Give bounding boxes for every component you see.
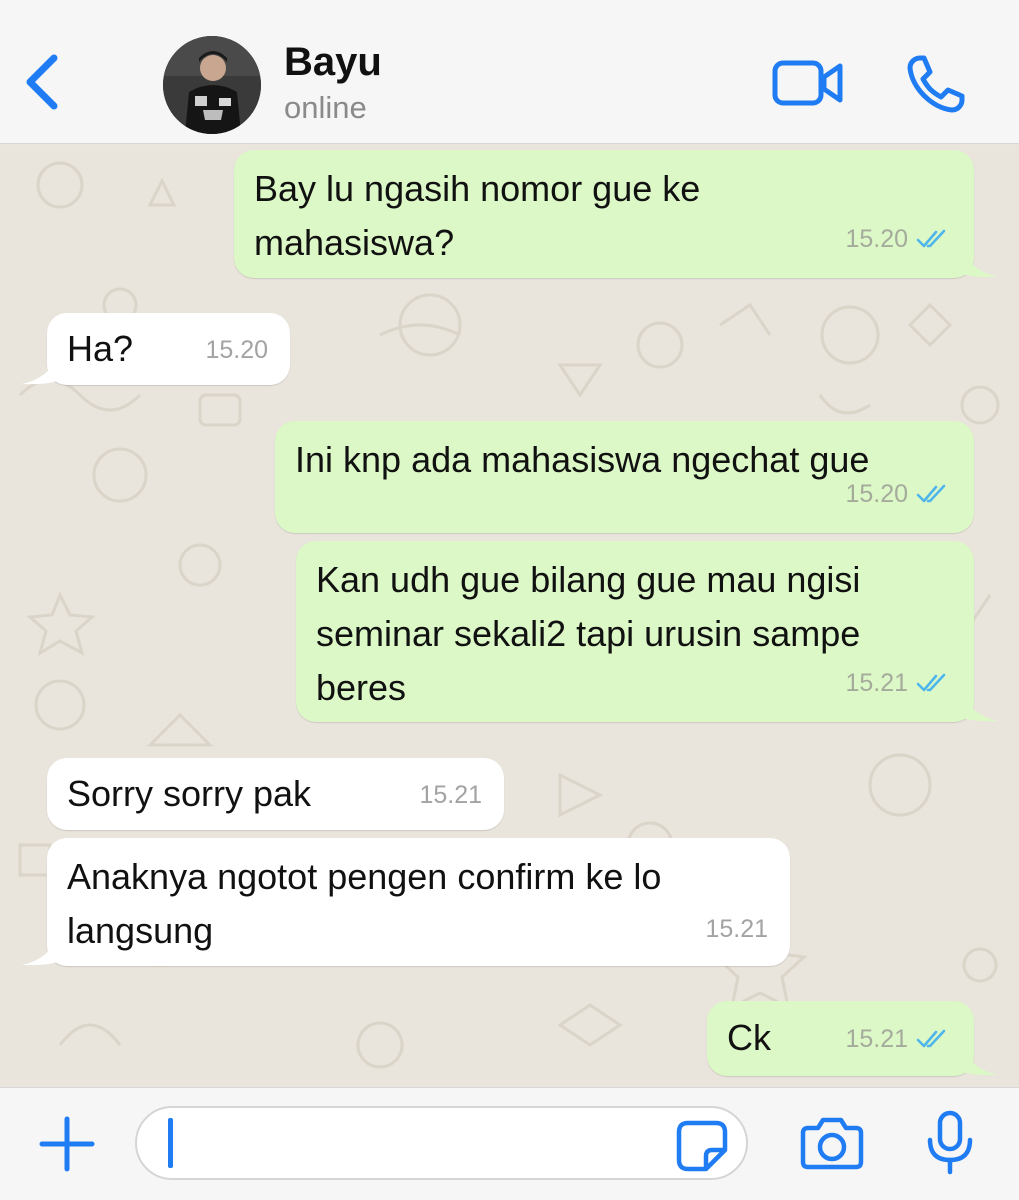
message-meta: 15.21 <box>705 902 768 956</box>
chevron-left-icon <box>26 54 58 110</box>
attach-button[interactable] <box>38 1115 96 1173</box>
contact-status: online <box>284 90 367 125</box>
camera-button[interactable] <box>800 1114 864 1172</box>
bubble-tail <box>22 352 60 385</box>
video-camera-icon <box>772 60 843 106</box>
message-meta: 15.20 <box>845 467 950 521</box>
read-receipt-icon <box>916 673 946 692</box>
message-bubble-incoming[interactable]: Sorry sorry pak 15.21 <box>47 758 504 830</box>
message-meta: 15.21 <box>845 656 950 710</box>
microphone-icon <box>927 1110 973 1175</box>
message-text: Kan udh gue bilang gue mau ngisi seminar… <box>316 559 861 708</box>
message-bubble-outgoing[interactable]: Bay lu ngasih nomor gue ke mahasiswa? 15… <box>234 150 974 278</box>
read-receipt-icon <box>916 229 946 248</box>
message-time: 15.21 <box>705 915 768 943</box>
camera-icon <box>800 1117 864 1170</box>
contact-name[interactable]: Bayu <box>284 40 382 85</box>
message-meta: 15.20 <box>845 212 950 266</box>
message-text: Ini knp ada mahasiswa ngechat gue <box>295 439 870 480</box>
message-bubble-incoming[interactable]: Ha? 15.20 <box>47 313 290 385</box>
read-receipt-icon <box>916 484 946 503</box>
sticker-icon <box>676 1120 728 1172</box>
plus-icon <box>39 1116 95 1172</box>
text-cursor <box>168 1118 173 1168</box>
message-meta: 15.21 <box>845 1012 950 1066</box>
message-time: 15.21 <box>845 1025 908 1053</box>
message-text: Sorry sorry pak <box>67 773 312 814</box>
message-text: Bay lu ngasih nomor gue ke mahasiswa? <box>254 168 701 263</box>
message-time: 15.20 <box>845 225 908 253</box>
message-input[interactable] <box>135 1106 748 1180</box>
message-time: 15.20 <box>845 480 908 508</box>
message-bubble-outgoing[interactable]: Ck 15.21 <box>707 1001 974 1076</box>
message-time: 15.21 <box>845 669 908 697</box>
bubble-tail <box>22 933 60 966</box>
message-meta: 15.20 <box>205 323 268 377</box>
read-receipt-icon <box>916 1029 946 1048</box>
voice-message-button[interactable] <box>925 1110 975 1176</box>
message-text: Ha? <box>67 328 134 369</box>
video-call-button[interactable] <box>772 58 844 108</box>
voice-call-button[interactable] <box>906 54 968 114</box>
avatar-image <box>163 36 261 134</box>
bubble-tail <box>960 1043 998 1076</box>
chat-header: Bayu online <box>0 0 1019 144</box>
message-bubble-incoming[interactable]: Anaknya ngotot pengen confirm ke lo lang… <box>47 838 790 966</box>
message-text: Anaknya ngotot pengen confirm ke lo lang… <box>67 856 662 951</box>
message-meta: 15.21 <box>419 768 482 822</box>
bubble-tail <box>960 689 998 722</box>
message-list[interactable]: Bay lu ngasih nomor gue ke mahasiswa? 15… <box>0 145 1019 1087</box>
message-bubble-outgoing[interactable]: Kan udh gue bilang gue mau ngisi seminar… <box>296 541 974 722</box>
bubble-tail <box>960 245 998 278</box>
message-time: 15.20 <box>205 336 268 364</box>
back-button[interactable] <box>22 52 62 112</box>
avatar[interactable] <box>163 36 261 134</box>
message-text: Ck <box>727 1017 771 1058</box>
sticker-button[interactable] <box>676 1120 728 1172</box>
message-time: 15.21 <box>419 781 482 809</box>
message-bubble-outgoing[interactable]: Ini knp ada mahasiswa ngechat gue 15.20 <box>275 421 974 533</box>
phone-icon <box>907 55 965 113</box>
